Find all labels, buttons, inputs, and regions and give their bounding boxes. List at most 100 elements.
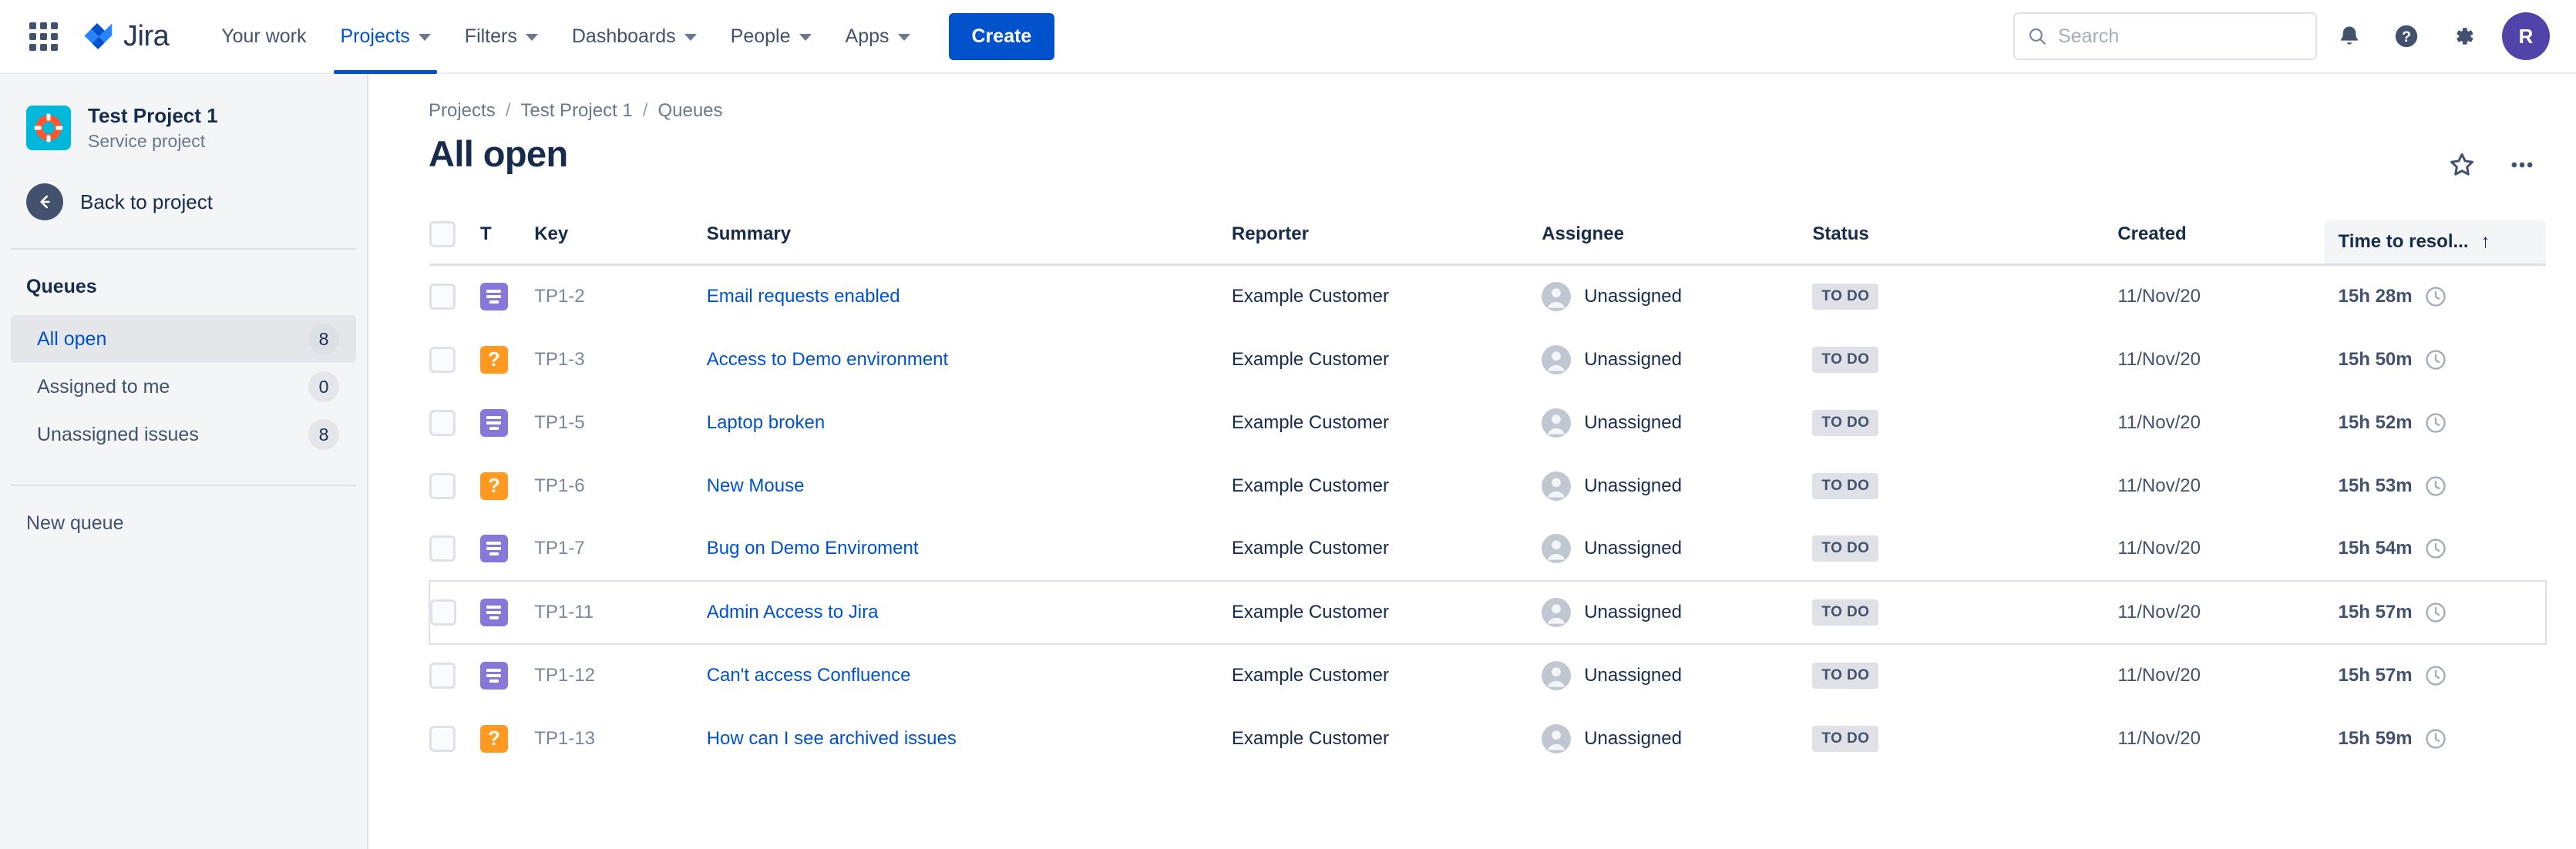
- nav-item-your-work[interactable]: Your work: [204, 0, 323, 72]
- row-checkbox[interactable]: [429, 347, 456, 373]
- issue-summary-link[interactable]: Can't access Confluence: [707, 665, 911, 686]
- column-header-reporter[interactable]: Reporter: [1232, 220, 1542, 265]
- row-checkbox[interactable]: [429, 473, 456, 499]
- breadcrumb-item-project[interactable]: Test Project 1: [520, 100, 632, 122]
- help-button[interactable]: ?: [2382, 12, 2431, 61]
- row-summary-cell: Bug on Demo Enviroment: [707, 518, 1232, 581]
- issue-summary-link[interactable]: How can I see archived issues: [707, 728, 957, 749]
- sidebar-item-unassigned-issues[interactable]: Unassigned issues 8: [11, 411, 356, 458]
- sidebar-item-assigned-to-me[interactable]: Assigned to me 0: [11, 363, 356, 411]
- issue-key[interactable]: TP1-13: [534, 728, 595, 749]
- row-checkbox[interactable]: [429, 726, 456, 752]
- status-badge[interactable]: TO DO: [1812, 410, 1878, 436]
- row-checkbox[interactable]: [429, 410, 456, 436]
- time-to-resolution-value: 15h 53m: [2339, 475, 2413, 497]
- column-header-assignee[interactable]: Assignee: [1542, 220, 1812, 265]
- assignee-name: Unassigned: [1584, 349, 1682, 371]
- status-badge[interactable]: TO DO: [1812, 726, 1878, 752]
- nav-item-filters[interactable]: Filters: [448, 0, 555, 72]
- issue-summary-link[interactable]: New Mouse: [707, 475, 805, 496]
- settings-button[interactable]: [2439, 12, 2488, 61]
- reporter-name: Example Customer: [1232, 412, 1389, 433]
- column-header-summary[interactable]: Summary: [707, 220, 1232, 265]
- sidebar-item-all-open[interactable]: All open 8: [11, 315, 356, 363]
- table-row[interactable]: TP1-2Email requests enabledExample Custo…: [429, 265, 2546, 328]
- nav-item-people[interactable]: People: [714, 0, 829, 72]
- row-type-cell: [480, 581, 534, 644]
- chevron-down-icon: [898, 34, 910, 41]
- column-header-key[interactable]: Key: [534, 220, 707, 265]
- create-button[interactable]: Create: [949, 13, 1055, 60]
- person-avatar-icon: [1542, 661, 1571, 690]
- column-header-status[interactable]: Status: [1812, 220, 2117, 265]
- sidebar-item-new-queue[interactable]: New queue: [0, 512, 367, 535]
- table-row[interactable]: TP1-11Admin Access to JiraExample Custom…: [429, 581, 2546, 644]
- search-input[interactable]: Search: [2013, 12, 2317, 60]
- row-summary-cell: How can I see archived issues: [707, 707, 1232, 770]
- notifications-button[interactable]: [2325, 12, 2374, 61]
- issue-summary-link[interactable]: Access to Demo environment: [707, 349, 948, 370]
- project-header[interactable]: Test Project 1 Service project: [0, 103, 367, 153]
- time-to-resolution-value: 15h 28m: [2339, 286, 2413, 307]
- breadcrumb-item-queues[interactable]: Queues: [657, 100, 722, 122]
- status-badge[interactable]: TO DO: [1812, 663, 1878, 689]
- row-assignee-cell: Unassigned: [1542, 391, 1812, 455]
- table-row[interactable]: ?TP1-6New MouseExample CustomerUnassigne…: [429, 455, 2546, 518]
- arrow-left-circle-icon: [26, 183, 63, 220]
- status-badge[interactable]: TO DO: [1812, 473, 1878, 499]
- project-name: Test Project 1: [88, 103, 218, 129]
- row-checkbox[interactable]: [429, 535, 456, 562]
- lifebuoy-icon: [32, 112, 65, 144]
- column-header-created[interactable]: Created: [2117, 220, 2324, 265]
- issue-summary-link[interactable]: Email requests enabled: [707, 286, 900, 307]
- row-checkbox[interactable]: [429, 663, 456, 689]
- issue-key[interactable]: TP1-12: [534, 665, 595, 686]
- jira-home-link[interactable]: Jira: [80, 19, 169, 53]
- status-badge[interactable]: TO DO: [1812, 599, 1878, 626]
- nav-item-apps[interactable]: Apps: [829, 0, 927, 72]
- nav-item-dashboards[interactable]: Dashboards: [555, 0, 714, 72]
- column-header-time-to-resolution[interactable]: Time to resol... ↑: [2325, 220, 2546, 265]
- column-header-time-label: Time to resol...: [2339, 231, 2469, 253]
- issue-key[interactable]: TP1-2: [534, 286, 584, 307]
- issue-key[interactable]: TP1-11: [534, 602, 594, 622]
- back-to-project-link[interactable]: Back to project: [0, 183, 367, 220]
- row-type-cell: [480, 391, 534, 455]
- status-badge[interactable]: TO DO: [1812, 347, 1878, 373]
- issue-summary-link[interactable]: Bug on Demo Enviroment: [707, 538, 919, 559]
- row-summary-cell: Laptop broken: [707, 391, 1232, 455]
- nav-item-projects[interactable]: Projects: [323, 0, 447, 72]
- row-checkbox[interactable]: [430, 599, 456, 626]
- row-reporter-cell: Example Customer: [1232, 455, 1542, 518]
- issue-key[interactable]: TP1-5: [534, 412, 584, 433]
- issue-type-question-icon: ?: [480, 346, 508, 374]
- issue-type-request-icon: [480, 599, 508, 626]
- time-to-resolution-value: 15h 59m: [2339, 728, 2413, 750]
- table-row[interactable]: TP1-5 Laptop broken Example Customer Unassi…: [429, 391, 2546, 455]
- select-all-checkbox[interactable]: [429, 221, 456, 247]
- table-row[interactable]: ?TP1-3Access to Demo environmentExample …: [429, 328, 2546, 391]
- issue-key[interactable]: TP1-3: [534, 349, 584, 370]
- app-switcher-button[interactable]: [23, 16, 63, 56]
- status-badge[interactable]: TO DO: [1812, 284, 1878, 310]
- issue-key[interactable]: TP1-7: [534, 538, 584, 559]
- issue-summary-link[interactable]: Laptop broken: [707, 412, 825, 433]
- row-summary-cell: New Mouse: [707, 455, 1232, 518]
- table-row[interactable]: ?TP1-13How can I see archived issuesExam…: [429, 707, 2546, 770]
- user-avatar[interactable]: R: [2502, 12, 2550, 60]
- person-avatar-icon: [1542, 724, 1571, 753]
- column-header-type[interactable]: T: [480, 220, 534, 265]
- breadcrumb-item-projects[interactable]: Projects: [429, 100, 496, 122]
- more-actions-button[interactable]: [2497, 140, 2547, 190]
- row-assignee-cell: Unassigned: [1542, 581, 1812, 644]
- star-button[interactable]: [2437, 140, 2487, 190]
- person-avatar-icon: [1542, 345, 1571, 374]
- issue-key[interactable]: TP1-6: [534, 475, 584, 496]
- row-checkbox-cell: [429, 518, 480, 581]
- row-checkbox[interactable]: [429, 284, 456, 310]
- issue-summary-link[interactable]: Admin Access to Jira: [707, 602, 879, 622]
- status-badge[interactable]: TO DO: [1812, 535, 1878, 562]
- table-row[interactable]: TP1-12Can't access ConfluenceExample Cus…: [429, 644, 2546, 707]
- row-created-cell: 11/Nov/20: [2117, 455, 2324, 518]
- table-row[interactable]: TP1-7Bug on Demo EnviromentExample Custo…: [429, 518, 2546, 581]
